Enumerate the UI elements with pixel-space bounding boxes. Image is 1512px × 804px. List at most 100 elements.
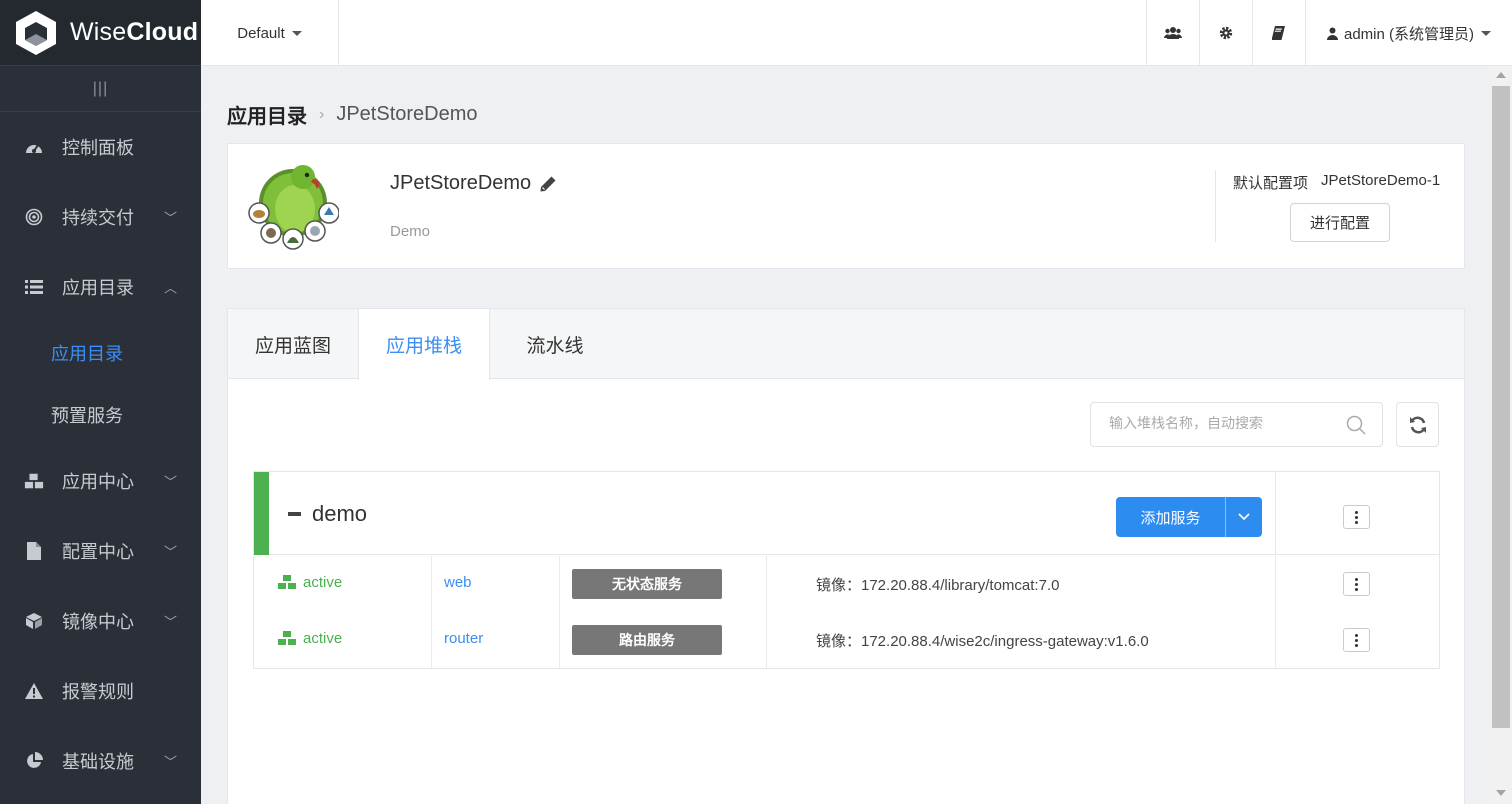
collapse-minus-icon[interactable] [288, 512, 301, 516]
book-icon [1272, 26, 1285, 40]
sidebar-item-label: 镜像中心 [62, 612, 134, 632]
workspace-label: Default [237, 24, 285, 42]
service-type-badge: 无状态服务 [572, 569, 722, 599]
sidebar-item-label: 应用中心 [62, 472, 134, 492]
user-icon [1326, 27, 1338, 40]
tab-app-blueprint[interactable]: 应用蓝图 [228, 309, 358, 379]
sidebar-item-label: 报警规则 [62, 682, 134, 702]
service-status-label: active [303, 574, 343, 591]
users-button[interactable] [1146, 0, 1199, 66]
list-icon [24, 277, 44, 297]
users-icon [1164, 27, 1182, 39]
user-name: admin (系统管理员) [1343, 25, 1474, 43]
gear-icon [1219, 26, 1233, 40]
service-more-button[interactable] [1343, 628, 1370, 652]
warning-icon [24, 681, 44, 701]
app-logo-parrot-image [248, 165, 339, 250]
sidebar-subitem-preset-services[interactable]: 预置服务 [0, 384, 201, 446]
sidebar-item-label: 持续交付 [62, 208, 134, 228]
scroll-down-arrow-icon[interactable] [1496, 790, 1506, 796]
table-row: active web 无状态服务 镜像：172.20.88.4/library/… [254, 556, 1439, 612]
brand-logo[interactable]: WiseCloud [0, 0, 201, 66]
app-description: Demo [390, 223, 431, 240]
app-name-text: JPetStoreDemo [390, 172, 532, 194]
settings-button[interactable] [1199, 0, 1252, 66]
caret-down-icon [1481, 30, 1491, 36]
docs-button[interactable] [1252, 0, 1305, 66]
service-status-label: active [303, 630, 343, 647]
service-status: active [278, 574, 342, 591]
cubes-icon [24, 471, 44, 491]
brand-name: WiseCloud [70, 18, 199, 46]
stack-table: demo 添加服务 active web 无状态服务 镜像：172.20.88.… [253, 471, 1440, 669]
tab-pipeline[interactable]: 流水线 [490, 309, 620, 379]
app-summary-card: JPetStoreDemo Demo 默认配置项 JPetStoreDemo-1… [227, 143, 1465, 269]
tab-app-stack[interactable]: 应用堆栈 [358, 309, 490, 380]
add-service-button[interactable]: 添加服务 [1116, 497, 1226, 537]
service-image: 镜像：172.20.88.4/wise2c/ingress-gateway:v1… [816, 633, 1149, 650]
stack-search-input[interactable] [1109, 415, 1329, 431]
service-name-link[interactable]: web [444, 574, 472, 591]
chevron-down-icon: ﹀ [163, 544, 177, 560]
sidebar-item-app-catalog[interactable]: 应用目录 ︿ [0, 252, 201, 322]
stack-status-bar [254, 472, 269, 555]
chevron-down-icon: ﹀ [163, 474, 177, 490]
tab-bar: 应用蓝图 应用堆栈 流水线 [228, 309, 1464, 380]
refresh-icon [1409, 416, 1426, 433]
chevron-down-icon: ﹀ [163, 614, 177, 630]
breadcrumb-current: JPetStoreDemo [336, 103, 478, 125]
sidebar-item-continuous-delivery[interactable]: 持续交付 ﹀ [0, 182, 201, 252]
configure-button[interactable]: 进行配置 [1290, 203, 1390, 242]
table-row: active router 路由服务 镜像：172.20.88.4/wise2c… [254, 612, 1439, 668]
service-name-link[interactable]: router [444, 630, 483, 647]
pencil-edit-icon[interactable] [539, 175, 557, 193]
wisecloud-logo-icon [16, 10, 56, 55]
pie-chart-icon [24, 751, 44, 771]
caret-down-icon [291, 30, 302, 36]
add-service-dropdown-toggle[interactable] [1226, 497, 1262, 537]
workspace-dropdown[interactable]: Default [201, 0, 339, 66]
scrollbar-thumb[interactable] [1492, 86, 1510, 728]
sidebar-subitem-app-catalog[interactable]: 应用目录 [0, 322, 201, 384]
scroll-up-arrow-icon[interactable] [1496, 72, 1506, 78]
stack-header: demo 添加服务 [254, 472, 1439, 555]
service-more-button[interactable] [1343, 572, 1370, 596]
breadcrumb: 应用目录 › JPetStoreDemo [227, 100, 478, 129]
stack-name: demo [312, 501, 368, 526]
target-icon [24, 207, 44, 227]
chevron-down-icon [1238, 513, 1250, 521]
more-vertical-icon [1355, 510, 1358, 524]
sidebar-item-label: 控制面板 [62, 138, 134, 158]
breadcrumb-separator: › [319, 105, 325, 123]
sidebar-item-app-center[interactable]: 应用中心 ﹀ [0, 446, 201, 516]
breadcrumb-root[interactable]: 应用目录 [227, 100, 307, 129]
file-icon [24, 541, 44, 561]
more-vertical-icon [1355, 577, 1358, 591]
sidebar-item-label: 应用目录 [62, 278, 134, 298]
sidebar-collapse-toggle[interactable]: ||| [0, 66, 201, 112]
chevron-down-icon: ﹀ [163, 754, 177, 770]
sidebar-item-label: 基础设施 [62, 752, 134, 772]
app-name: JPetStoreDemo [390, 172, 557, 195]
top-bar: Default admin (系统管理员) [201, 0, 1512, 66]
cubes-status-icon [278, 631, 296, 645]
cubes-status-icon [278, 575, 296, 589]
cube-icon [24, 611, 44, 631]
more-vertical-icon [1355, 633, 1358, 647]
sidebar-item-dashboard[interactable]: 控制面板 [0, 112, 201, 182]
service-status: active [278, 630, 342, 647]
sidebar-item-alert-rules[interactable]: 报警规则 [0, 656, 201, 726]
chevron-down-icon: ﹀ [163, 210, 177, 226]
card-divider [1215, 170, 1216, 242]
sidebar-item-image-center[interactable]: 镜像中心 ﹀ [0, 586, 201, 656]
stack-more-button[interactable] [1343, 505, 1370, 529]
add-service-split-button: 添加服务 [1116, 497, 1262, 537]
sidebar-item-infrastructure[interactable]: 基础设施 ﹀ [0, 726, 201, 796]
dashboard-icon [24, 137, 44, 157]
refresh-button[interactable] [1396, 402, 1439, 447]
tabs-panel: 应用蓝图 应用堆栈 流水线 demo 添加服务 [227, 308, 1465, 804]
search-icon[interactable] [1346, 415, 1366, 435]
user-menu[interactable]: admin (系统管理员) [1305, 0, 1512, 66]
sidebar-item-label: 配置中心 [62, 542, 134, 562]
sidebar-item-config-center[interactable]: 配置中心 ﹀ [0, 516, 201, 586]
